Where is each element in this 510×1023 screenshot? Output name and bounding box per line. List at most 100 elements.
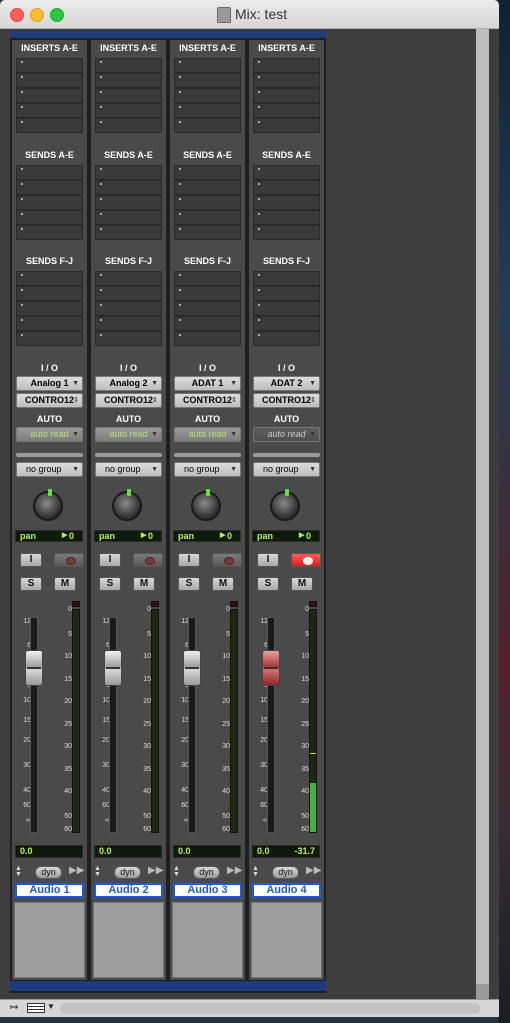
volume-readout[interactable]: 0.0 [15, 845, 83, 858]
vertical-scrollbar-track[interactable] [476, 984, 489, 999]
dyn-button[interactable]: dyn [272, 866, 299, 879]
solo-button[interactable]: S [20, 577, 42, 591]
group-selector[interactable]: no group ▼ [174, 462, 241, 477]
send-slot[interactable] [16, 210, 83, 225]
send-slot[interactable] [16, 301, 83, 316]
narrow-mix-icon[interactable] [27, 1003, 45, 1013]
input-selector[interactable]: ADAT 2 ▼ [253, 376, 320, 391]
insert-slot[interactable] [174, 103, 241, 118]
send-slot[interactable] [16, 165, 83, 180]
send-slot[interactable] [16, 286, 83, 301]
volume-readout[interactable]: 0.0 -31.7 [252, 845, 320, 858]
input-monitor-button[interactable]: I [99, 553, 121, 567]
send-slot[interactable] [253, 225, 320, 240]
insert-slot[interactable] [253, 58, 320, 73]
pan-readout[interactable]: pan ▶ 0 [94, 530, 162, 542]
volume-fader[interactable] [262, 650, 280, 686]
send-slot[interactable] [253, 286, 320, 301]
send-slot[interactable] [253, 271, 320, 286]
send-slot[interactable] [95, 165, 162, 180]
pan-knob[interactable] [112, 489, 142, 521]
output-selector[interactable]: CONTRO12 ⇕ [174, 393, 241, 408]
track-name[interactable]: Audio 1 [15, 883, 84, 898]
insert-slot[interactable] [174, 88, 241, 103]
send-slot[interactable] [95, 195, 162, 210]
dyn-button[interactable]: dyn [193, 866, 220, 879]
volume-readout[interactable]: 0.0 [94, 845, 162, 858]
send-slot[interactable] [95, 210, 162, 225]
volume-readout[interactable]: 0.0 [173, 845, 241, 858]
group-selector[interactable]: no group ▼ [16, 462, 83, 477]
insert-slot[interactable] [16, 73, 83, 88]
send-slot[interactable] [16, 271, 83, 286]
send-slot[interactable] [174, 210, 241, 225]
input-selector[interactable]: Analog 1 ▼ [16, 376, 83, 391]
comments-box[interactable] [93, 902, 164, 978]
dyn-button[interactable]: dyn [114, 866, 141, 879]
fast-forward-icon[interactable]: ▶▶ [227, 865, 242, 876]
send-slot[interactable] [174, 195, 241, 210]
send-slot[interactable] [253, 331, 320, 346]
minimize-button[interactable] [30, 8, 44, 22]
send-slot[interactable] [253, 165, 320, 180]
insert-slot[interactable] [95, 103, 162, 118]
comments-box[interactable] [172, 902, 243, 978]
mute-button[interactable]: M [212, 577, 234, 591]
insert-slot[interactable] [16, 103, 83, 118]
insert-slot[interactable] [174, 58, 241, 73]
insert-slot[interactable] [174, 73, 241, 88]
mute-button[interactable]: M [291, 577, 313, 591]
insert-slot[interactable] [16, 88, 83, 103]
send-slot[interactable] [253, 316, 320, 331]
track-name[interactable]: Audio 4 [252, 883, 321, 898]
send-slot[interactable] [174, 225, 241, 240]
stepper-updown-icon[interactable]: ▲ ▼ [94, 865, 101, 878]
dyn-button[interactable]: dyn [35, 866, 62, 879]
horizontal-scrollbar[interactable] [60, 1003, 480, 1014]
send-slot[interactable] [16, 331, 83, 346]
volume-fader[interactable] [25, 650, 43, 686]
send-slot[interactable] [174, 286, 241, 301]
record-arm-button[interactable] [212, 553, 242, 567]
send-slot[interactable] [253, 210, 320, 225]
send-slot[interactable] [174, 331, 241, 346]
send-slot[interactable] [174, 271, 241, 286]
mute-button[interactable]: M [133, 577, 155, 591]
send-slot[interactable] [253, 195, 320, 210]
input-selector[interactable]: Analog 2 ▼ [95, 376, 162, 391]
send-slot[interactable] [95, 301, 162, 316]
view-menu-arrow-icon[interactable]: ▼ [47, 1002, 55, 1011]
record-arm-button[interactable] [54, 553, 84, 567]
insert-slot[interactable] [16, 58, 83, 73]
view-toggle-icon[interactable]: ↦ [10, 1002, 18, 1013]
insert-slot[interactable] [95, 58, 162, 73]
fast-forward-icon[interactable]: ▶▶ [148, 865, 163, 876]
input-monitor-button[interactable]: I [257, 553, 279, 567]
automation-mode-selector[interactable]: auto read ▼ [174, 427, 241, 442]
send-slot[interactable] [16, 225, 83, 240]
send-slot[interactable] [16, 316, 83, 331]
send-slot[interactable] [253, 180, 320, 195]
send-slot[interactable] [174, 180, 241, 195]
stepper-updown-icon[interactable]: ▲ ▼ [15, 865, 22, 878]
insert-slot[interactable] [16, 118, 83, 133]
input-monitor-button[interactable]: I [20, 553, 42, 567]
fast-forward-icon[interactable]: ▶▶ [306, 865, 321, 876]
send-slot[interactable] [95, 286, 162, 301]
fast-forward-icon[interactable]: ▶▶ [69, 865, 84, 876]
send-slot[interactable] [174, 316, 241, 331]
automation-mode-selector[interactable]: auto read ▼ [253, 427, 320, 442]
output-selector[interactable]: CONTRO12 ⇕ [95, 393, 162, 408]
group-selector[interactable]: no group ▼ [253, 462, 320, 477]
insert-slot[interactable] [253, 73, 320, 88]
automation-mode-selector[interactable]: auto read ▼ [95, 427, 162, 442]
solo-button[interactable]: S [178, 577, 200, 591]
stepper-updown-icon[interactable]: ▲ ▼ [252, 865, 259, 878]
insert-slot[interactable] [253, 118, 320, 133]
send-slot[interactable] [174, 301, 241, 316]
send-slot[interactable] [95, 180, 162, 195]
pan-readout[interactable]: pan ▶ 0 [173, 530, 241, 542]
solo-button[interactable]: S [99, 577, 121, 591]
pan-knob[interactable] [270, 489, 300, 521]
track-name[interactable]: Audio 3 [173, 883, 242, 898]
